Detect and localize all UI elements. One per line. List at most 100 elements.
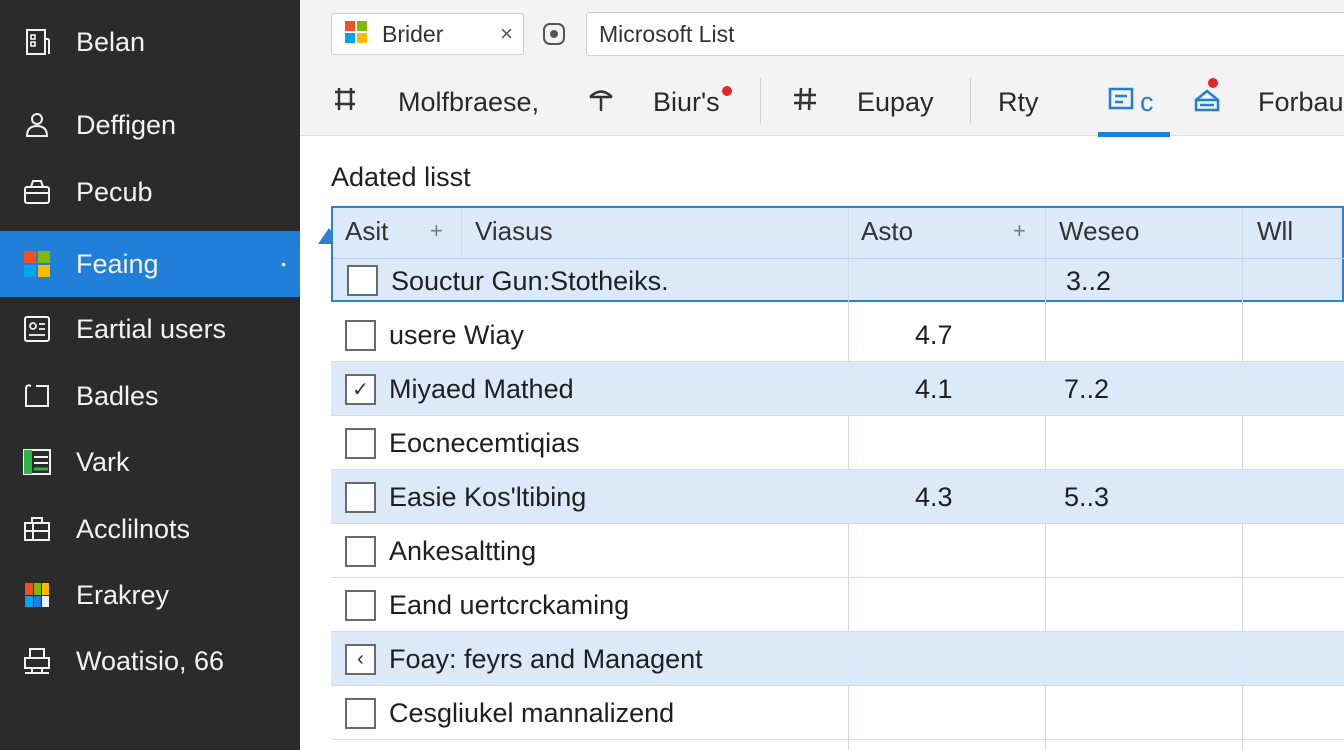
table-row[interactable]: Eand uertcrckaming: [331, 578, 1344, 632]
toolbox-icon: [20, 512, 54, 546]
table-row[interactable]: Easie Kos'ltibing 4.3 5..3: [331, 470, 1344, 524]
row-value-weseo: 3..2: [1066, 266, 1112, 296]
building-icon: [20, 25, 54, 59]
tray-icon: [1192, 84, 1222, 121]
sidebar-item-vark[interactable]: Vark: [0, 429, 300, 495]
row-value-weseo: 7..2: [1064, 374, 1110, 404]
basket-icon: [20, 175, 54, 209]
microsoft-logo-icon: [20, 247, 54, 281]
sidebar-item-deffigen[interactable]: Deffigen: [0, 92, 300, 158]
sidebar-item-label: Vark: [76, 446, 130, 477]
add-column-icon[interactable]: +: [430, 218, 443, 244]
color-grid-icon: [20, 578, 54, 612]
table-row[interactable]: ‹ Foay: feyrs and Managent: [331, 632, 1344, 686]
add-column-icon[interactable]: +: [1013, 218, 1026, 244]
table-row[interactable]: Eocnecemtiqias: [331, 416, 1344, 470]
column-divider: [461, 208, 462, 256]
toolbar-item-eupay[interactable]: Eupay: [790, 80, 934, 124]
main-panel: Brider × Microsoft List Molfbraese, Biur…: [300, 0, 1344, 750]
row-title: usere Wiay: [389, 320, 525, 350]
address-bar[interactable]: Microsoft List: [586, 12, 1344, 56]
active-indicator: •: [281, 256, 286, 272]
tab-label: Brider: [382, 20, 444, 47]
toolbar-separator: [970, 78, 971, 124]
record-icon[interactable]: [542, 22, 566, 46]
row-checkbox[interactable]: ✓: [345, 374, 376, 405]
sidebar-item-acclilnots[interactable]: Acclilnots: [0, 496, 300, 562]
column-header-weseo[interactable]: Weseo: [1059, 216, 1139, 247]
list-title: Adated lisst: [331, 162, 471, 192]
browser-tab[interactable]: Brider ×: [331, 13, 524, 55]
toolbar-label: Rty: [998, 86, 1039, 117]
sidebar-item-label: Acclilnots: [76, 513, 191, 544]
grid-hash-icon: [330, 84, 360, 121]
sidebar-item-label: Woatisio, 66: [76, 645, 225, 676]
sidebar-item-label: Belan: [76, 26, 146, 57]
sidebar-item-erakrey[interactable]: Erakrey: [0, 562, 300, 628]
toolbar-item-edit-tab[interactable]: c: [1108, 80, 1154, 124]
sidebar-item-label: Feaing: [76, 248, 159, 279]
toolbar-label: Molfbraese,: [398, 86, 540, 117]
edit-box-icon: [1108, 84, 1138, 121]
sidebar-item-label: Badles: [76, 380, 159, 411]
row-checkbox[interactable]: [345, 536, 376, 567]
active-tab-underline: [1098, 132, 1170, 137]
sidebar-item-woatisio[interactable]: Woatisio, 66: [0, 628, 300, 694]
sidebar-item-badles[interactable]: Badles: [0, 363, 300, 429]
sidebar-item-belan[interactable]: Belan: [0, 9, 300, 75]
notification-dot: [1208, 78, 1218, 88]
toolbar-separator: [760, 78, 761, 124]
folder-icon: [20, 379, 54, 413]
table-row[interactable]: ✓ Miyaed Mathed 4.1 7..2: [331, 362, 1344, 416]
row-title: Easie Kos'ltibing: [389, 482, 587, 512]
toolbar-label: Biur's: [653, 86, 720, 117]
row-title: Miyaed Mathed: [389, 374, 574, 404]
sidebar: Belan Deffigen Pecub Feaing • Eartial us…: [0, 0, 300, 750]
column-header-wll[interactable]: Wll: [1257, 216, 1293, 247]
green-list-icon: [20, 445, 54, 479]
notification-dot: [722, 86, 732, 96]
toolbar-label: c: [1140, 86, 1154, 117]
row-checkbox[interactable]: [347, 265, 378, 296]
sidebar-item-label: Deffigen: [76, 109, 177, 140]
microsoft-logo-icon: [344, 20, 368, 49]
list-header-block: Asit + Viasus Asto + Weseo Wll Souctur G…: [331, 206, 1344, 302]
row-title: Ankesaltting: [389, 536, 537, 566]
row-title: Eocnecemtiqias: [389, 428, 580, 458]
sidebar-item-label: Eartial users: [76, 313, 227, 344]
table-row-selected[interactable]: Souctur Gun:Stotheiks. 3..2: [333, 258, 1344, 302]
row-value-weseo: 5..3: [1064, 482, 1110, 512]
toolbar-item-molfbraese[interactable]: Molfbraese,: [330, 80, 539, 124]
row-title: Foay: feyrs and Managent: [389, 644, 703, 674]
row-checkbox[interactable]: [345, 428, 376, 459]
address-text: Microsoft List: [599, 20, 735, 47]
toolbar-item-rty[interactable]: Rty: [998, 80, 1039, 124]
column-header-asit[interactable]: Asit: [345, 216, 388, 247]
row-checkbox[interactable]: [345, 320, 376, 351]
row-value-asto: 4.1: [915, 374, 953, 404]
column-header-viasus[interactable]: Viasus: [475, 216, 553, 247]
table-row[interactable]: usere Wiay 4.7: [331, 308, 1344, 362]
close-icon[interactable]: ×: [500, 21, 513, 47]
table-row[interactable]: Cesgliukel mannalizend: [331, 686, 1344, 740]
row-title: Eand uertcrckaming: [389, 590, 630, 620]
row-checkbox[interactable]: [345, 590, 376, 621]
row-checkbox[interactable]: ‹: [345, 644, 376, 675]
pin-icon: [586, 84, 616, 121]
sidebar-item-pecub[interactable]: Pecub: [0, 159, 300, 225]
row-value-asto: 4.3: [915, 482, 953, 512]
toolbar-item-biurs[interactable]: Biur's: [586, 80, 720, 124]
printer-icon: [20, 644, 54, 678]
list-grid: Asit + Viasus Asto + Weseo Wll Souctur G…: [331, 206, 1344, 750]
toolbar-label: Eupay: [857, 86, 934, 117]
row-value-asto: 4.7: [915, 320, 953, 350]
table-row[interactable]: Ankesaltting: [331, 524, 1344, 578]
sidebar-item-label: Pecub: [76, 176, 153, 207]
user-icon: [20, 108, 54, 142]
sidebar-item-feaing[interactable]: Feaing •: [0, 231, 300, 297]
row-checkbox[interactable]: [345, 698, 376, 729]
sidebar-item-eartial-users[interactable]: Eartial users: [0, 296, 300, 362]
row-checkbox[interactable]: [345, 482, 376, 513]
column-header-asto[interactable]: Asto: [861, 216, 913, 247]
sidebar-item-label: Erakrey: [76, 579, 170, 610]
